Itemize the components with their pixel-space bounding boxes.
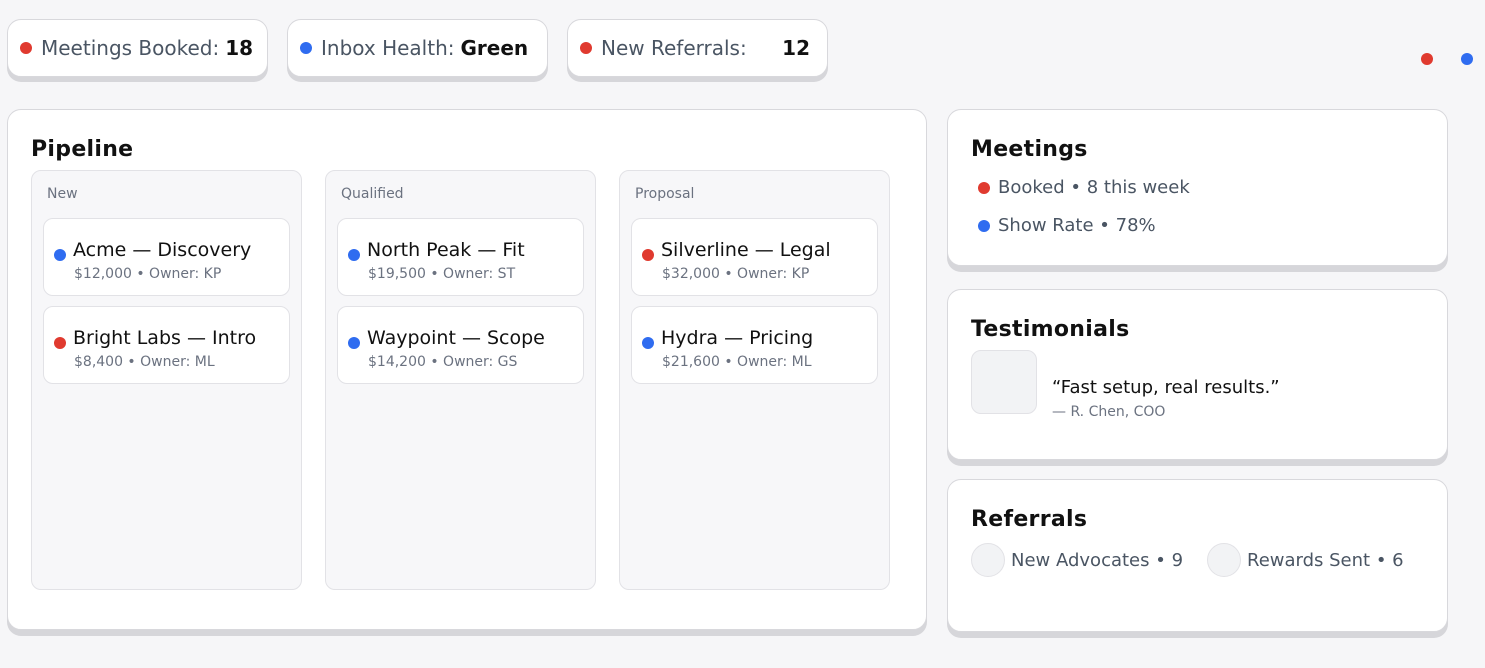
kpi-inbox-health: Inbox Health: Green (287, 19, 548, 77)
deal-meta: $19,500 • Owner: ST (368, 266, 516, 282)
referral-stat-rewards: Rewards Sent • 6 (1207, 543, 1404, 577)
deal-card[interactable]: Waypoint — Scope $14,200 • Owner: GS (337, 306, 584, 384)
deal-name: Silverline — Legal (661, 239, 831, 261)
deal-name: Bright Labs — Intro (73, 327, 257, 349)
meetings-title: Meetings (971, 137, 1088, 162)
deal-name: Acme — Discovery (73, 239, 252, 261)
column-title: New (47, 186, 78, 202)
deal-name: Hydra — Pricing (661, 327, 814, 349)
pipeline-card: Pipeline New Acme — Discovery $12,000 • … (7, 109, 927, 630)
kpi-label: New Referrals: (601, 36, 747, 60)
pipeline-column-qualified: Qualified North Peak — Fit $19,500 • Own… (325, 170, 596, 590)
column-title: Proposal (635, 186, 695, 202)
status-dot-icon (54, 337, 66, 349)
kpi-label: Inbox Health: (321, 36, 455, 60)
status-dot-icon (20, 42, 32, 54)
deal-card[interactable]: Silverline — Legal $32,000 • Owner: KP (631, 218, 878, 296)
status-dot-icon (348, 249, 360, 261)
status-dot-icon (642, 249, 654, 261)
referrals-title: Referrals (971, 507, 1088, 532)
status-dot-icon (580, 42, 592, 54)
status-dot-icon (54, 249, 66, 261)
testimonial-author: — R. Chen, COO (1052, 404, 1166, 420)
kpi-label: Meetings Booked: (41, 36, 220, 60)
column-title: Qualified (341, 186, 404, 202)
kpi-meetings-booked: Meetings Booked: 18 (7, 19, 268, 77)
deal-meta: $21,600 • Owner: ML (662, 354, 812, 370)
meetings-booked-row: Booked • 8 this week (978, 177, 1190, 198)
deal-meta: $8,400 • Owner: ML (74, 354, 215, 370)
status-dot-icon (978, 182, 990, 194)
pipeline-column-new: New Acme — Discovery $12,000 • Owner: KP… (31, 170, 302, 590)
pipeline-title: Pipeline (31, 137, 134, 162)
kpi-value: Green (460, 36, 529, 60)
deal-name: Waypoint — Scope (367, 327, 545, 349)
referral-stat-text: Rewards Sent • 6 (1247, 549, 1404, 571)
testimonials-card: Testimonials “Fast setup, real results.”… (947, 289, 1448, 460)
meetings-row-text: Show Rate • 78% (998, 215, 1156, 236)
deal-meta: $32,000 • Owner: KP (662, 266, 810, 282)
meetings-row-text: Booked • 8 this week (998, 177, 1190, 198)
deal-name: North Peak — Fit (367, 239, 525, 261)
deal-card[interactable]: North Peak — Fit $19,500 • Owner: ST (337, 218, 584, 296)
referral-stat-advocates: New Advocates • 9 (971, 543, 1183, 577)
deal-card[interactable]: Hydra — Pricing $21,600 • Owner: ML (631, 306, 878, 384)
status-dot-icon (348, 337, 360, 349)
kpi-new-referrals: New Referrals: 12 (567, 19, 828, 77)
status-dot-icon (300, 42, 312, 54)
deal-meta: $14,200 • Owner: GS (368, 354, 518, 370)
meetings-show-rate-row: Show Rate • 78% (978, 215, 1156, 236)
status-dot-icon (642, 337, 654, 349)
kpi-value: 12 (782, 36, 810, 60)
kpi-value: 18 (225, 36, 254, 60)
deal-card[interactable]: Acme — Discovery $12,000 • Owner: KP (43, 218, 290, 296)
blue-dot-icon (1461, 53, 1473, 65)
referrals-card: Referrals New Advocates • 9 Rewards Sent… (947, 479, 1448, 632)
testimonial-quote: “Fast setup, real results.” (1052, 377, 1280, 398)
red-dot-icon (1421, 53, 1433, 65)
testimonials-title: Testimonials (971, 317, 1130, 342)
avatar (971, 543, 1005, 577)
status-dot-icon (978, 220, 990, 232)
pipeline-column-proposal: Proposal Silverline — Legal $32,000 • Ow… (619, 170, 890, 590)
avatar (971, 350, 1037, 414)
meetings-card: Meetings Booked • 8 this week Show Rate … (947, 109, 1448, 266)
deal-card[interactable]: Bright Labs — Intro $8,400 • Owner: ML (43, 306, 290, 384)
referral-stat-text: New Advocates • 9 (1011, 549, 1184, 571)
avatar (1207, 543, 1241, 577)
deal-meta: $12,000 • Owner: KP (74, 266, 222, 282)
